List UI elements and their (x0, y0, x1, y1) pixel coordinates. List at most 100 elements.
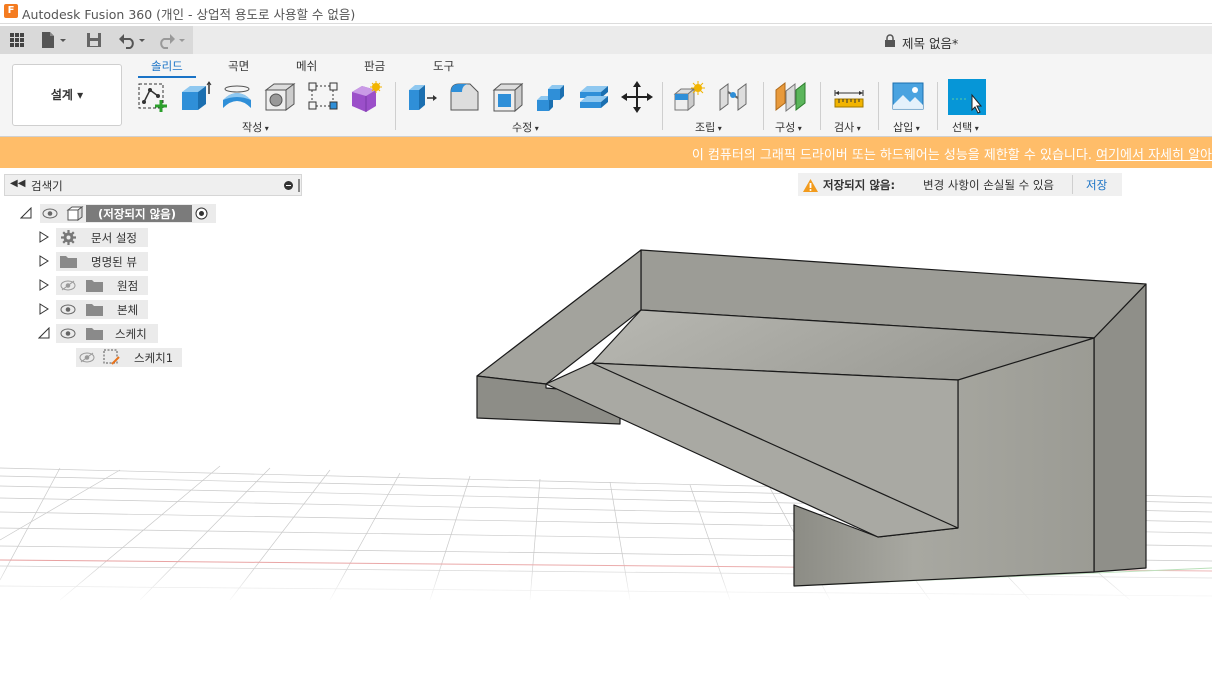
insert-image-icon[interactable] (891, 80, 925, 114)
folder-icon (86, 328, 103, 340)
browser-root-node[interactable]: (저장되지 않음) (18, 204, 218, 223)
browser-item-origin[interactable]: 원점 (36, 276, 156, 295)
3d-viewport[interactable] (0, 168, 1212, 684)
group-divider (763, 82, 764, 130)
origin-label: 원점 (117, 279, 139, 293)
group-label-inspect[interactable]: 검사 (834, 119, 861, 135)
select-cursor-icon[interactable] (948, 79, 986, 115)
browser-item-bodies[interactable]: 본체 (36, 300, 156, 319)
hidden-eye-icon[interactable] (79, 352, 95, 363)
gear-icon (61, 230, 76, 245)
panel-grip-icon[interactable] (298, 179, 300, 192)
save-icon[interactable] (85, 31, 103, 49)
group-label-construct[interactable]: 구성 (775, 119, 802, 135)
offset-face-icon[interactable] (577, 80, 611, 114)
group-divider (878, 82, 879, 130)
tab-mesh[interactable]: 메쉬 (296, 58, 317, 74)
expanded-arrow-icon[interactable] (38, 327, 50, 339)
shell-icon[interactable] (491, 80, 525, 114)
collapse-browser-icon[interactable]: ◀◀ (10, 178, 25, 189)
extrude-icon[interactable] (178, 80, 212, 114)
3d-body (476, 249, 1147, 587)
folder-icon (86, 280, 103, 292)
bodies-label: 본체 (117, 303, 139, 317)
group-divider (820, 82, 821, 130)
group-divider (662, 82, 663, 130)
tab-surface[interactable]: 곡면 (228, 58, 249, 74)
root-node-label: (저장되지 않음) (98, 207, 176, 221)
pattern-icon[interactable] (306, 80, 340, 114)
toolbar-ribbon: 설계 ▾ 솔리드 곡면 메쉬 판금 도구 작성 ▾ 수정 ▾ 조립 ▾ 구성 ▾… (0, 54, 1212, 137)
component-icon (66, 206, 84, 221)
visibility-eye-icon[interactable] (60, 304, 76, 315)
divider (1072, 175, 1073, 194)
undo-icon[interactable] (117, 31, 149, 49)
unsaved-label: 저장되지 않음: (823, 178, 896, 192)
revolve-icon[interactable] (220, 80, 254, 114)
visibility-eye-icon[interactable] (60, 328, 76, 339)
group-divider (937, 82, 938, 130)
collapsed-arrow-icon[interactable] (38, 279, 50, 291)
move-copy-icon[interactable] (620, 80, 654, 114)
sketch1-label: 스케치1 (134, 351, 174, 365)
graphics-warning-banner: 이 컴퓨터의 그래픽 드라이버 또는 하드웨어는 성능을 제한할 수 있습니다.… (0, 137, 1212, 168)
activate-radio-icon[interactable] (195, 207, 208, 220)
tab-tools[interactable]: 도구 (433, 58, 454, 74)
unsaved-warning-bar: 저장되지 않음: 변경 사항이 손실될 수 있음 저장 (798, 173, 1122, 196)
collapsed-arrow-icon[interactable] (38, 303, 50, 315)
title-bar: F Autodesk Fusion 360 (개인 - 상업적 용도로 사용할 … (0, 0, 1212, 24)
redo-icon[interactable] (157, 31, 189, 49)
sketches-label: 스케치 (115, 327, 147, 341)
minimize-browser-icon[interactable] (284, 181, 293, 190)
document-settings-label: 문서 설정 (91, 231, 137, 245)
group-label-assemble[interactable]: 조립 (695, 119, 722, 135)
document-title: 제목 없음* (902, 36, 959, 51)
joint-icon[interactable] (716, 80, 750, 114)
expanded-arrow-icon[interactable] (20, 207, 32, 219)
unsaved-message: 변경 사항이 손실될 수 있음 (923, 178, 1055, 192)
hole-icon[interactable] (263, 80, 297, 114)
sketch-icon (103, 349, 120, 365)
quick-access-buttons (0, 26, 193, 54)
hidden-eye-icon[interactable] (60, 280, 76, 291)
warning-icon (803, 179, 818, 192)
banner-learn-more-link[interactable]: 여기에서 자세히 알아 (1096, 148, 1212, 163)
group-label-select[interactable]: 선택 (952, 119, 979, 135)
browser-item-named-views[interactable]: 명명된 뷰 (36, 252, 156, 271)
browser-panel-header: ◀◀ 검색기 (4, 174, 302, 196)
file-menu-icon[interactable] (40, 31, 70, 49)
tab-sheet-metal[interactable]: 판금 (364, 58, 385, 74)
lock-icon (885, 34, 895, 47)
new-component-icon[interactable] (672, 80, 706, 114)
group-divider (395, 82, 396, 130)
browser-item-sketch1[interactable]: 스케치1 (74, 348, 194, 367)
create-sketch-icon[interactable] (136, 80, 170, 114)
window-title: Autodesk Fusion 360 (개인 - 상업적 용도로 사용할 수 … (22, 7, 356, 22)
active-tab-indicator (138, 76, 196, 78)
offset-plane-icon[interactable] (773, 80, 807, 114)
browser-item-sketches[interactable]: 스케치 (36, 324, 166, 343)
visibility-eye-icon[interactable] (42, 208, 58, 219)
banner-message: 이 컴퓨터의 그래픽 드라이버 또는 하드웨어는 성능을 제한할 수 있습니다.… (692, 144, 1212, 163)
group-label-create[interactable]: 작성 (242, 119, 269, 135)
group-label-modify[interactable]: 수정 (512, 119, 539, 135)
group-label-insert[interactable]: 삽입 (893, 119, 920, 135)
collapsed-arrow-icon[interactable] (38, 231, 50, 243)
named-views-label: 명명된 뷰 (91, 255, 137, 269)
tab-solid[interactable]: 솔리드 (151, 58, 183, 74)
measure-icon[interactable] (832, 80, 866, 114)
apps-grid-icon[interactable] (8, 31, 26, 49)
workspace-switcher[interactable]: 설계 ▾ (12, 64, 122, 126)
quick-access-toolbar: 제목 없음* (0, 26, 1212, 54)
fusion-logo-icon: F (4, 4, 18, 18)
folder-icon (60, 256, 77, 268)
press-pull-icon[interactable] (405, 80, 439, 114)
collapsed-arrow-icon[interactable] (38, 255, 50, 267)
save-link[interactable]: 저장 (1086, 177, 1107, 193)
fillet-icon[interactable] (448, 80, 482, 114)
folder-icon (86, 304, 103, 316)
browser-item-document-settings[interactable]: 문서 설정 (36, 228, 156, 247)
combine-icon[interactable] (534, 80, 568, 114)
banner-text: 이 컴퓨터의 그래픽 드라이버 또는 하드웨어는 성능을 제한할 수 있습니다. (691, 148, 1092, 163)
create-form-icon[interactable] (348, 80, 382, 114)
